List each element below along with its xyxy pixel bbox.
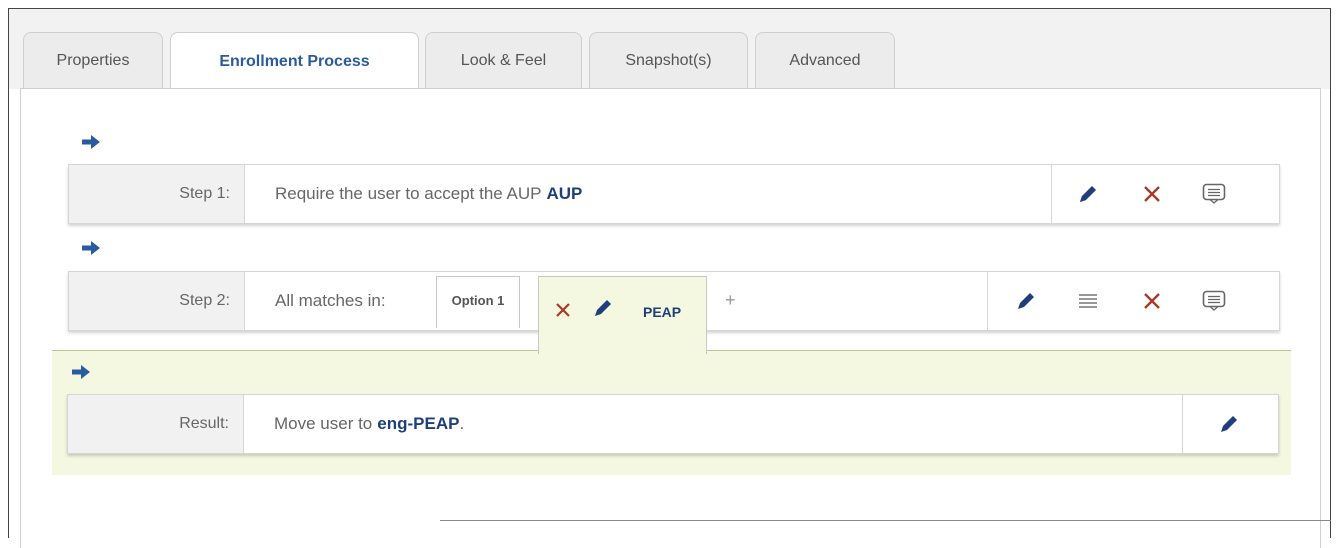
- divider: [440, 520, 1331, 521]
- result-description: Move user to eng-PEAP .: [274, 414, 465, 434]
- close-icon[interactable]: [1138, 287, 1166, 315]
- eng-peap-link[interactable]: eng-PEAP: [377, 414, 459, 434]
- step-1-description: Require the user to accept the AUP AUP: [275, 184, 583, 204]
- step-1-label: Step 1:: [69, 165, 245, 223]
- arrow-right-icon: [82, 241, 100, 255]
- arrow-right-icon: [82, 135, 100, 149]
- tab-properties[interactable]: Properties: [23, 32, 163, 88]
- result-actions: [1182, 395, 1278, 453]
- comment-icon[interactable]: [1200, 180, 1228, 208]
- add-option-button[interactable]: +: [725, 290, 736, 311]
- enrollment-process-panel: Step 1: Require the user to accept the A…: [20, 88, 1321, 548]
- close-icon[interactable]: [549, 296, 577, 324]
- step-1-actions: [1051, 165, 1279, 223]
- tab-look-and-feel[interactable]: Look & Feel: [425, 32, 582, 88]
- result-label: Result:: [68, 395, 244, 453]
- tab-enrollment-process[interactable]: Enrollment Process: [170, 32, 419, 90]
- close-icon[interactable]: [1138, 180, 1166, 208]
- list-icon[interactable]: [1074, 287, 1102, 315]
- pencil-icon[interactable]: [1215, 410, 1243, 438]
- pencil-icon[interactable]: [1012, 287, 1040, 315]
- policy-editor: Properties Enrollment Process Look & Fee…: [8, 8, 1331, 548]
- pencil-icon[interactable]: [1074, 180, 1102, 208]
- peap-option-tab[interactable]: PEAP: [538, 276, 707, 354]
- step-2-label: Step 2:: [69, 272, 245, 330]
- result-row: Result: Move user to eng-PEAP .: [67, 394, 1279, 454]
- tab-advanced[interactable]: Advanced: [755, 32, 895, 88]
- tab-snapshots[interactable]: Snapshot(s): [589, 32, 748, 88]
- arrow-right-icon: [72, 365, 90, 379]
- pencil-icon[interactable]: [589, 294, 617, 322]
- tab-bar: Properties Enrollment Process Look & Fee…: [9, 9, 1330, 90]
- comment-icon[interactable]: [1200, 287, 1228, 315]
- peap-option-label: PEAP: [643, 304, 682, 320]
- result-section: Result: Move user to eng-PEAP .: [52, 350, 1291, 475]
- step-2-description: All matches in:: [275, 291, 386, 310]
- step-2-actions: [987, 272, 1279, 330]
- aup-link[interactable]: AUP: [547, 184, 583, 204]
- step-1-row: Step 1: Require the user to accept the A…: [68, 164, 1280, 224]
- step-2-row: Step 2: All matches in: Option 1 PEAP +: [68, 271, 1280, 354]
- option-1-tab[interactable]: Option 1: [436, 276, 520, 328]
